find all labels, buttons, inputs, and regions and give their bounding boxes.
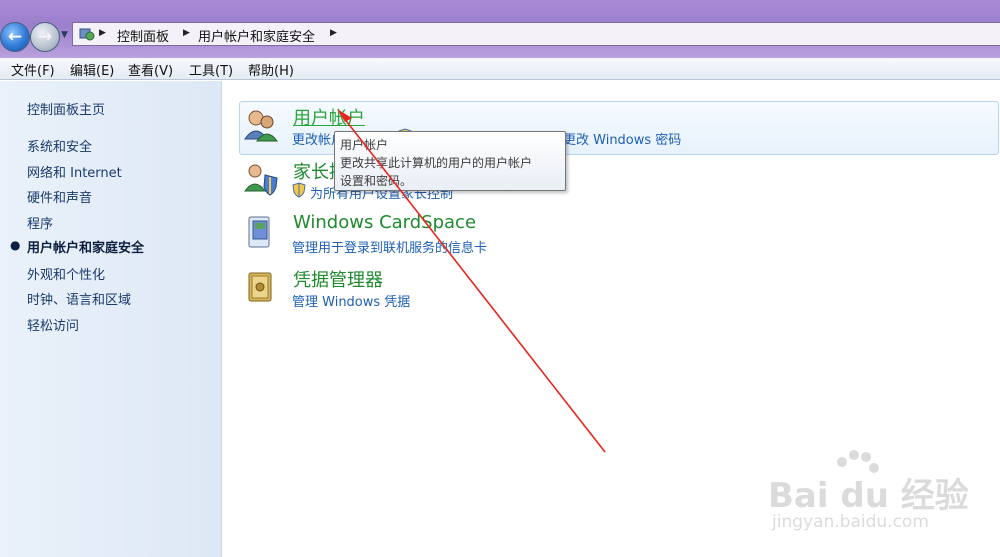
watermark-url: jingyan.baidu.com [772, 512, 929, 532]
admin-shield-icon [292, 182, 306, 198]
sidebar-item-ease-of-access[interactable]: 轻松访问 [27, 315, 79, 334]
credential-manager-icon[interactable] [243, 269, 279, 305]
window-titlebar: ← → ▼ ▶ 控制面板 ▶ 用户帐户和家庭安全 ▶ [0, 0, 1000, 58]
menu-bar: 文件(F) 编辑(E) 查看(V) 工具(T) 帮助(H) [0, 58, 1000, 80]
forward-button[interactable]: → [30, 22, 60, 52]
menu-help[interactable]: 帮助(H) [248, 60, 294, 79]
parental-controls-icon[interactable] [243, 161, 279, 197]
sidebar-item-appearance[interactable]: 外观和个性化 [27, 264, 105, 283]
current-item-bullet-icon: ● [10, 238, 21, 252]
menu-view[interactable]: 查看(V) [128, 60, 173, 79]
menu-file[interactable]: 文件(F) [11, 60, 55, 79]
sidebar: 控制面板主页 系统和安全 网络和 Internet 硬件和声音 程序 ● 用户帐… [0, 81, 222, 557]
tooltip-line-1: 更改共享此计算机的用户的用户帐户 [340, 156, 533, 170]
watermark-brand: Bai du 经验 [768, 476, 969, 516]
tooltip-title: 用户帐户 [340, 138, 389, 152]
breadcrumb-control-panel[interactable]: 控制面板 [117, 26, 169, 45]
forward-arrow-icon: → [37, 27, 53, 47]
sidebar-item-network-internet[interactable]: 网络和 Internet [27, 162, 122, 181]
sidebar-item-user-accounts[interactable]: 用户帐户和家庭安全 [27, 237, 144, 256]
back-button[interactable]: ← [0, 22, 30, 52]
task-change-windows-password[interactable]: 更改 Windows 密码 [563, 129, 681, 148]
cardspace-icon[interactable] [243, 215, 279, 251]
history-dropdown-icon[interactable]: ▼ [61, 30, 68, 40]
breadcrumb-root-arrow-icon[interactable]: ▶ [99, 28, 106, 38]
sidebar-control-panel-home[interactable]: 控制面板主页 [27, 99, 105, 118]
tooltip: 用户帐户 更改共享此计算机的用户的用户帐户 设置和密码。 [334, 131, 566, 191]
sidebar-item-programs[interactable]: 程序 [27, 213, 53, 232]
category-user-accounts-title[interactable]: 用户帐户 [293, 104, 365, 130]
back-arrow-icon: ← [7, 27, 23, 47]
category-cardspace-title[interactable]: Windows CardSpace [293, 212, 476, 233]
tooltip-line-2: 设置和密码。 [340, 174, 413, 188]
breadcrumb-user-accounts[interactable]: 用户帐户和家庭安全 [198, 26, 315, 45]
breadcrumb-separator-icon[interactable]: ▶ [183, 28, 190, 38]
sidebar-item-system-security[interactable]: 系统和安全 [27, 136, 92, 155]
sidebar-item-clock-language[interactable]: 时钟、语言和区域 [27, 289, 131, 308]
task-manage-information-cards[interactable]: 管理用于登录到联机服务的信息卡 [292, 237, 487, 256]
menu-edit[interactable]: 编辑(E) [70, 60, 114, 79]
address-bar[interactable]: ▶ 控制面板 ▶ 用户帐户和家庭安全 ▶ [72, 22, 1000, 46]
users-icon[interactable] [243, 107, 279, 143]
baidu-watermark: Bai du 经验 jingyan.baidu.com [762, 450, 982, 550]
task-manage-windows-credentials[interactable]: 管理 Windows 凭据 [292, 291, 410, 310]
category-credential-manager-title[interactable]: 凭据管理器 [293, 266, 383, 292]
menu-tools[interactable]: 工具(T) [189, 60, 233, 79]
breadcrumb-end-arrow-icon[interactable]: ▶ [330, 28, 337, 38]
sidebar-item-hardware-sound[interactable]: 硬件和声音 [27, 187, 92, 206]
control-panel-icon [79, 28, 95, 41]
